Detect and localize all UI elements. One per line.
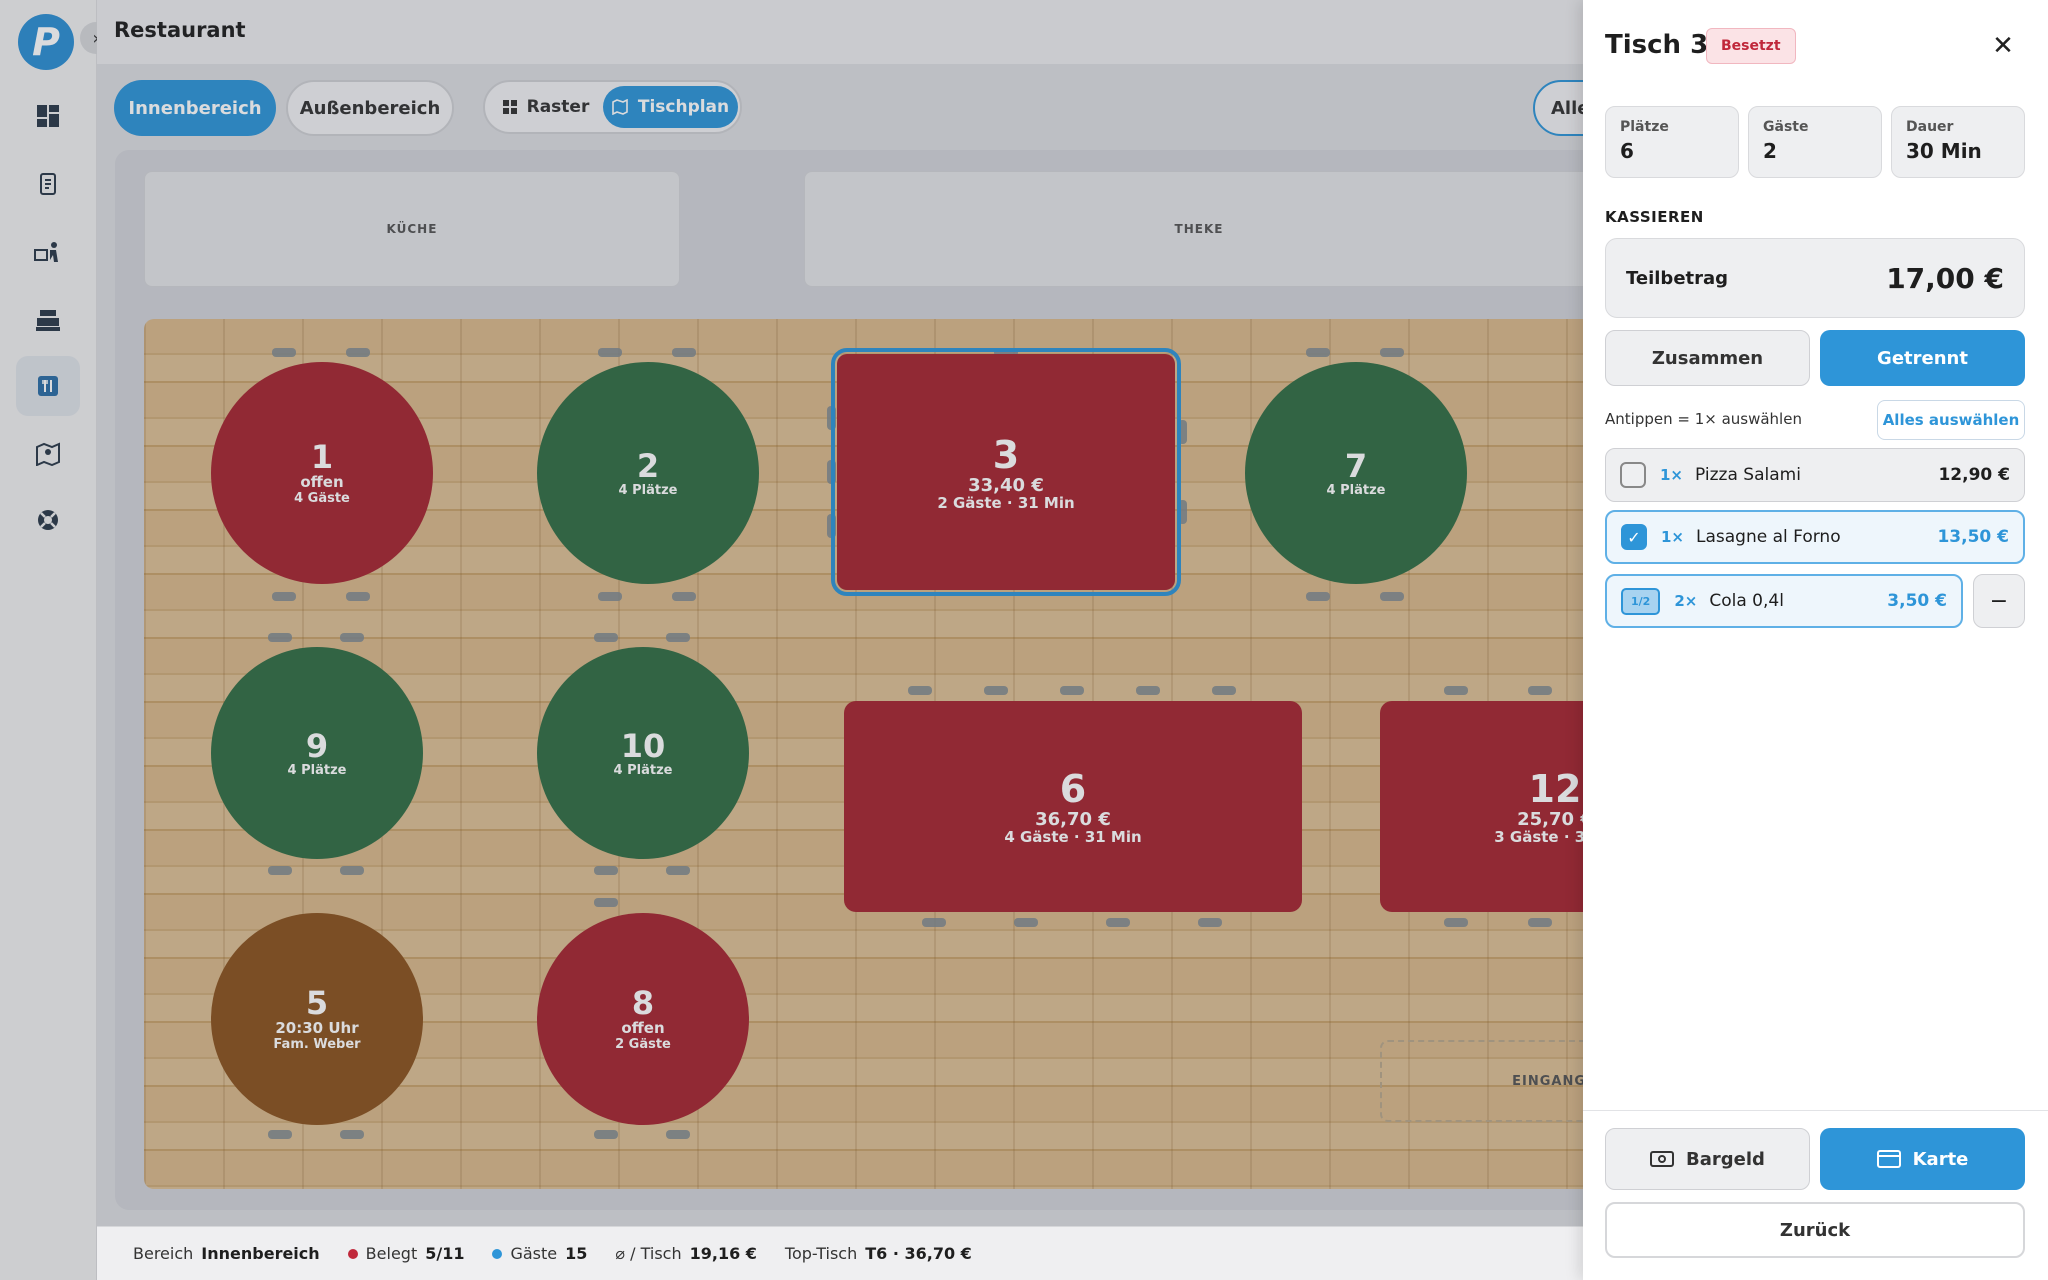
item-name: Lasagne al Forno xyxy=(1696,527,1841,547)
stat-value: 30 Min xyxy=(1906,139,1982,163)
stat-duration: Dauer 30 Min xyxy=(1891,106,2025,178)
cash-label: Bargeld xyxy=(1686,1148,1765,1170)
item-name: Pizza Salami xyxy=(1695,465,1801,485)
item-quantity: 1× xyxy=(1661,528,1685,546)
separate-button[interactable]: Getrennt xyxy=(1820,330,2025,386)
cash-button[interactable]: Bargeld xyxy=(1605,1128,1810,1190)
status-guests-label: Gäste xyxy=(510,1244,558,1263)
amount-label: Teilbetrag xyxy=(1626,267,1729,289)
partial-amount: Teilbetrag 17,00 € xyxy=(1605,238,2025,318)
status-average-label: ⌀ / Tisch xyxy=(615,1244,682,1263)
status-top-label: Top-Tisch xyxy=(784,1244,858,1263)
stat-value: 2 xyxy=(1763,139,1777,163)
status-average: ⌀ / Tisch 19,16 € xyxy=(615,1244,757,1263)
guests-dot-icon xyxy=(492,1249,503,1259)
status-area-value: Innenbereich xyxy=(201,1244,320,1263)
section-heading: KASSIEREN xyxy=(1605,208,1704,226)
card-label: Karte xyxy=(1912,1148,1969,1170)
stat-guests: Gäste 2 xyxy=(1748,106,1882,178)
item-name: Cola 0,4l xyxy=(1709,591,1784,611)
stat-seats: Plätze 6 xyxy=(1605,106,1739,178)
split-fraction-badge: 1/2 xyxy=(1621,587,1661,615)
item-price: 3,50 € xyxy=(1887,591,1947,611)
status-badge: Besetzt xyxy=(1706,28,1796,64)
credit-card-icon xyxy=(1876,1150,1901,1168)
item-quantity: 1× xyxy=(1660,466,1684,484)
together-button[interactable]: Zusammen xyxy=(1605,330,1810,386)
status-area-label: Bereich xyxy=(133,1244,194,1263)
select-all-button[interactable]: Alles auswählen xyxy=(1877,400,2025,440)
status-occupied: Belegt 5/11 xyxy=(347,1244,465,1263)
stat-label: Plätze xyxy=(1620,119,1669,135)
order-item[interactable]: 1× Pizza Salami 12,90 € xyxy=(1605,448,2025,502)
panel-title: Tisch 3 xyxy=(1605,30,1709,60)
status-average-value: 19,16 € xyxy=(689,1244,757,1263)
item-quantity: 2× xyxy=(1674,592,1698,610)
close-button[interactable]: ✕ xyxy=(1983,26,2023,66)
checkbox-icon[interactable] xyxy=(1620,462,1646,488)
cash-icon xyxy=(1650,1151,1675,1167)
item-price: 12,90 € xyxy=(1938,465,2010,485)
status-guests-value: 15 xyxy=(565,1244,588,1263)
item-price: 13,50 € xyxy=(1937,527,2009,547)
decrease-quantity-button[interactable]: − xyxy=(1973,574,2025,628)
table-detail-panel: Tisch 3 Besetzt ✕ Plätze 6 Gäste 2 Dauer… xyxy=(1583,0,2048,1280)
status-area: Bereich Innenbereich xyxy=(133,1244,320,1263)
checkbox-checked-icon[interactable]: ✓ xyxy=(1621,524,1647,550)
stat-label: Gäste xyxy=(1763,119,1809,135)
back-button[interactable]: Zurück xyxy=(1605,1202,2025,1258)
amount-value: 17,00 € xyxy=(1886,261,2004,295)
status-guests: Gäste 15 xyxy=(492,1244,587,1263)
status-top-table: Top-Tisch T6 · 36,70 € xyxy=(785,1244,972,1263)
selection-hint: Antippen = 1× auswählen xyxy=(1605,410,1802,428)
divider xyxy=(1583,1110,2048,1111)
stat-label: Dauer xyxy=(1906,119,1954,135)
occupied-dot-icon xyxy=(347,1249,358,1259)
close-icon: ✕ xyxy=(1992,31,2014,61)
card-button[interactable]: Karte xyxy=(1820,1128,2025,1190)
modal-overlay[interactable] xyxy=(0,0,1583,1280)
status-bar: Bereich Innenbereich Belegt 5/11 Gäste 15 ⌀… xyxy=(97,1226,1583,1280)
order-item[interactable]: ✓ 1× Lasagne al Forno 13,50 € xyxy=(1605,510,2025,564)
status-top-value: T6 · 36,70 € xyxy=(865,1244,972,1263)
status-occupied-label: Belegt xyxy=(365,1244,418,1263)
order-item[interactable]: 1/2 2× Cola 0,4l 3,50 € xyxy=(1605,574,1963,628)
status-occupied-value: 5/11 xyxy=(425,1244,465,1263)
stat-value: 6 xyxy=(1620,139,1634,163)
